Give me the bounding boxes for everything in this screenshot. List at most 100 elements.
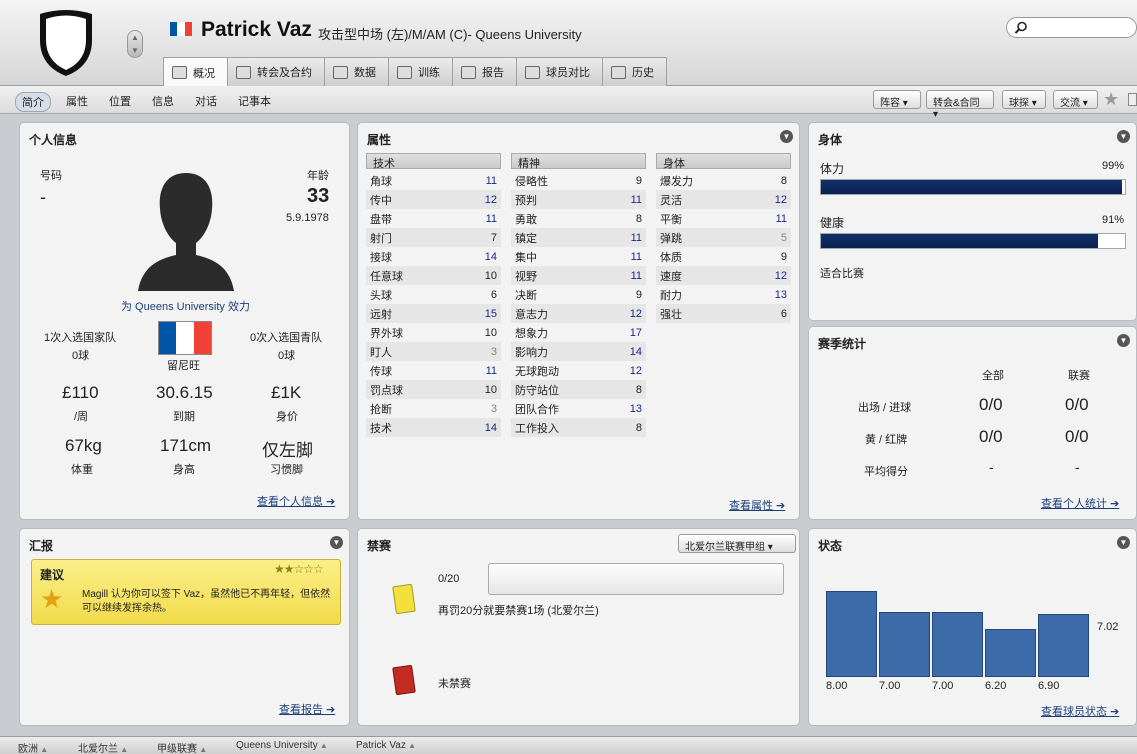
attribute-row[interactable]: 传球 11 — [366, 361, 501, 380]
height-value: 171cm — [160, 436, 212, 455]
attribute-row[interactable]: 集中 11 — [511, 247, 646, 266]
attribute-row[interactable]: 爆发力 8 — [656, 171, 791, 190]
attribute-name: 射门 — [370, 232, 392, 245]
notes-icon[interactable] — [1128, 93, 1137, 106]
tab-report[interactable]: 报告 — [452, 57, 517, 86]
view-attributes-link[interactable]: 查看属性 ➔ — [729, 497, 785, 513]
attribute-row[interactable]: 决断 9 — [511, 285, 646, 304]
attribute-row[interactable]: 无球跑动 12 — [511, 361, 646, 380]
breadcrumb-item[interactable]: Queens University ▲ — [236, 740, 328, 751]
attribute-row[interactable]: 射门 7 — [366, 228, 501, 247]
breadcrumb-arrow-icon[interactable]: ▲ — [406, 741, 416, 750]
breadcrumb-arrow-icon[interactable]: ▲ — [318, 741, 328, 750]
weight-value: 67kg — [65, 436, 102, 455]
attribute-value: 17 — [629, 326, 642, 339]
breadcrumb-item[interactable]: 甲级联赛 ▲ — [157, 740, 207, 754]
squad-dropdown[interactable]: 阵容 ▾ — [873, 90, 921, 109]
subnav-notes[interactable]: 记事本 — [232, 92, 277, 110]
attribute-row[interactable]: 抢断 3 — [366, 399, 501, 418]
fitness-label: 体力 — [820, 162, 845, 176]
view-stats-link[interactable]: 查看个人统计 ➔ — [1041, 495, 1119, 511]
attribute-row[interactable]: 任意球 10 — [366, 266, 501, 285]
apps-goals-all: 0/0 — [979, 395, 1003, 414]
attribute-row[interactable]: 平衡 11 — [656, 209, 791, 228]
attribute-value: 11 — [485, 174, 497, 187]
attribute-row[interactable]: 弹跳 5 — [656, 228, 791, 247]
subnav-positions[interactable]: 位置 — [103, 92, 137, 110]
tab-ball[interactable]: 训练 — [388, 57, 453, 86]
attribute-row[interactable]: 盘带 11 — [366, 209, 501, 228]
view-report-link[interactable]: 查看报告 ➔ — [279, 701, 335, 717]
attribute-row[interactable]: 耐力 13 — [656, 285, 791, 304]
down-arrow-icon[interactable]: ▼ — [128, 44, 142, 57]
attribute-row[interactable]: 头球 6 — [366, 285, 501, 304]
tab-overview[interactable]: 概况 — [163, 57, 228, 87]
attribute-row[interactable]: 界外球 10 — [366, 323, 501, 342]
attribute-value: 14 — [629, 345, 642, 358]
form-bar[interactable] — [932, 612, 983, 677]
attribute-value: 12 — [629, 364, 642, 377]
tab-compare[interactable]: 球员对比 — [516, 57, 603, 86]
attribute-row[interactable]: 灵活 12 — [656, 190, 791, 209]
search-input[interactable] — [1006, 17, 1137, 38]
attribute-row[interactable]: 远射 15 — [366, 304, 501, 323]
attribute-row[interactable]: 防守站位 8 — [511, 380, 646, 399]
panel-menu-icon[interactable]: ▼ — [1117, 334, 1130, 347]
attribute-row[interactable]: 传中 12 — [366, 190, 501, 209]
attribute-row[interactable]: 预判 11 — [511, 190, 646, 209]
scout-dropdown[interactable]: 球探 ▾ — [1002, 90, 1046, 109]
height-label: 身高 — [173, 464, 195, 476]
attribute-row[interactable]: 速度 12 — [656, 266, 791, 285]
nationality-flag-large-icon[interactable] — [158, 321, 212, 355]
avg-rating-all: - — [989, 459, 994, 475]
attribute-row[interactable]: 意志力 12 — [511, 304, 646, 323]
view-form-link[interactable]: 查看球员状态 ➔ — [1041, 703, 1119, 719]
attribute-row[interactable]: 想象力 17 — [511, 323, 646, 342]
attribute-row[interactable]: 角球 11 — [366, 171, 501, 190]
panel-menu-icon[interactable]: ▼ — [780, 130, 793, 143]
attribute-row[interactable]: 视野 11 — [511, 266, 646, 285]
subnav-overview[interactable]: 简介 — [15, 92, 51, 112]
subnav-talk[interactable]: 对话 — [189, 92, 223, 110]
attribute-row[interactable]: 体质 9 — [656, 247, 791, 266]
form-bar[interactable] — [1038, 614, 1089, 677]
subnav-info[interactable]: 信息 — [146, 92, 180, 110]
form-bar[interactable] — [879, 612, 930, 677]
attribute-row[interactable]: 罚点球 10 — [366, 380, 501, 399]
panel-title: 汇报 — [29, 539, 54, 553]
star-icon[interactable]: ★ — [1103, 89, 1119, 110]
attribute-row[interactable]: 技术 14 — [366, 418, 501, 437]
attribute-row[interactable]: 镇定 11 — [511, 228, 646, 247]
attribute-row[interactable]: 侵略性 9 — [511, 171, 646, 190]
view-personal-info-link[interactable]: 查看个人信息 ➔ — [257, 493, 335, 509]
club-crest-icon[interactable] — [34, 8, 98, 78]
tab-chart[interactable]: 数据 — [324, 57, 389, 86]
tab-history[interactable]: 历史 — [602, 57, 667, 86]
form-bar[interactable] — [985, 629, 1036, 677]
panel-menu-icon[interactable]: ▼ — [330, 536, 343, 549]
attribute-row[interactable]: 盯人 3 — [366, 342, 501, 361]
breadcrumb-arrow-icon[interactable]: ▲ — [118, 745, 128, 754]
report-icon — [461, 65, 476, 79]
breadcrumb-item[interactable]: Patrick Vaz ▲ — [356, 740, 416, 751]
attribute-row[interactable]: 强壮 6 — [656, 304, 791, 323]
plays-for-link[interactable]: 为 Queens University 效力 — [20, 298, 351, 314]
attribute-row[interactable]: 工作投入 8 — [511, 418, 646, 437]
breadcrumb-item[interactable]: 北爱尔兰 ▲ — [78, 740, 128, 754]
league-select[interactable]: 北爱尔兰联赛甲组 ▾ — [678, 534, 796, 553]
attribute-row[interactable]: 团队合作 13 — [511, 399, 646, 418]
panel-menu-icon[interactable]: ▼ — [1117, 130, 1130, 143]
transfer-dropdown[interactable]: 转会&合同 ▾ — [926, 90, 994, 120]
form-bar[interactable] — [826, 590, 877, 677]
breadcrumb-item[interactable]: 欧洲 ▲ — [18, 740, 48, 754]
tab-document[interactable]: 转会及合约 — [227, 57, 325, 86]
breadcrumb-arrow-icon[interactable]: ▲ — [38, 745, 48, 754]
interact-dropdown[interactable]: 交流 ▾ — [1053, 90, 1098, 109]
player-stepper[interactable]: ▲ ▼ — [127, 30, 143, 58]
subnav-attributes[interactable]: 属性 — [60, 92, 94, 110]
attribute-row[interactable]: 影响力 14 — [511, 342, 646, 361]
attribute-row[interactable]: 接球 14 — [366, 247, 501, 266]
breadcrumb-arrow-icon[interactable]: ▲ — [197, 745, 207, 754]
up-arrow-icon[interactable]: ▲ — [128, 31, 142, 44]
attribute-row[interactable]: 勇敢 8 — [511, 209, 646, 228]
